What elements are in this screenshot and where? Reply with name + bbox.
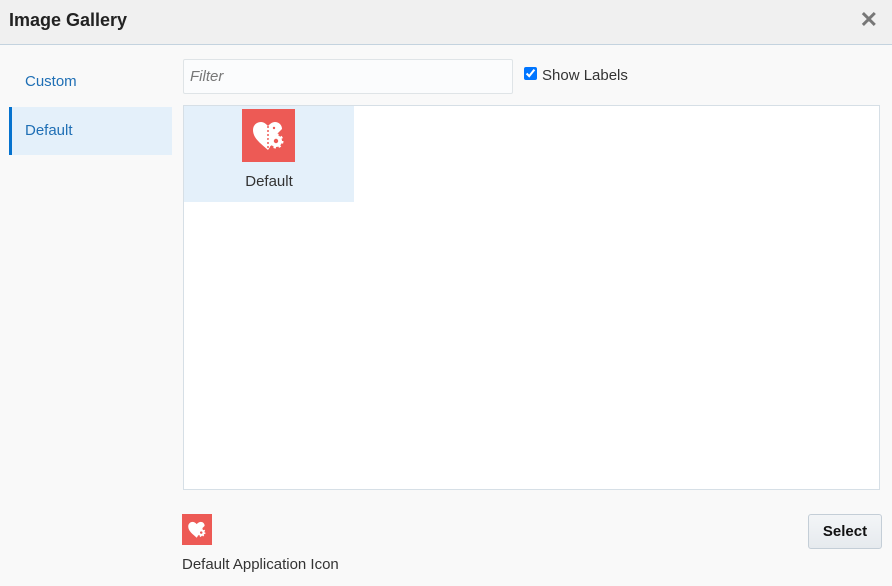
show-labels-label[interactable]: Show Labels [542, 67, 628, 84]
gallery-item-default[interactable]: Default [184, 106, 354, 202]
sidebar-item-default[interactable]: Default [9, 107, 172, 155]
close-icon[interactable]: ✕ [860, 9, 878, 31]
preview-heart-gear-icon [182, 514, 212, 545]
show-labels-checkbox[interactable] [524, 67, 537, 80]
heart-gear-icon [242, 109, 295, 162]
image-gallery-grid: Default [183, 105, 880, 490]
dialog-header: Image Gallery ✕ [0, 0, 892, 45]
sidebar-item-custom[interactable]: Custom [9, 58, 172, 106]
dialog-title: Image Gallery [9, 10, 128, 30]
select-button[interactable]: Select [808, 514, 882, 549]
preview-caption: Default Application Icon [182, 556, 339, 573]
gallery-item-label: Default [245, 173, 293, 190]
filter-input[interactable] [183, 59, 513, 94]
